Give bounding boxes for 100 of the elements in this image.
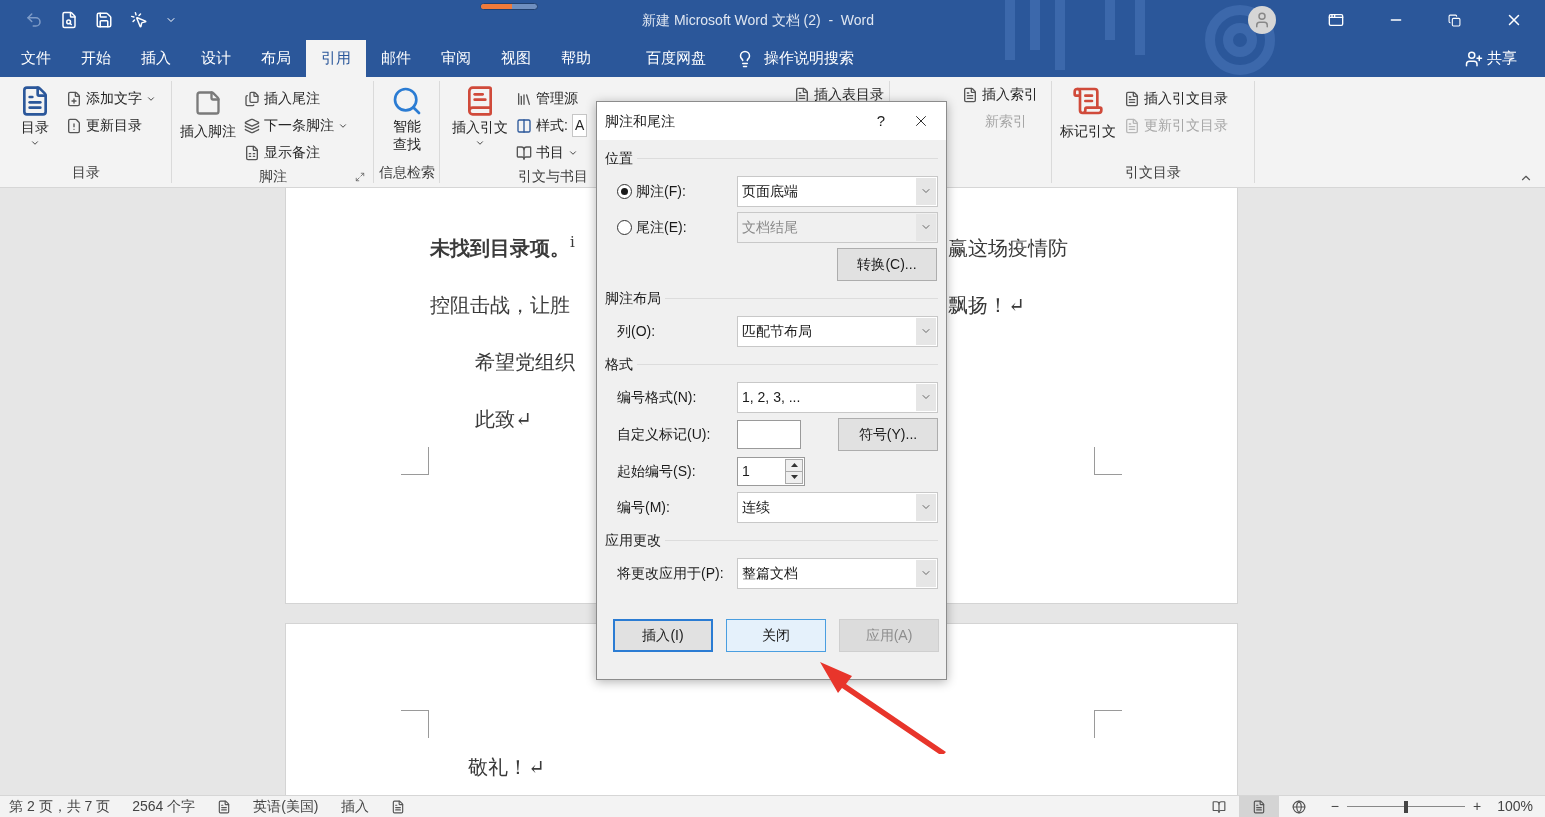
ribbon-item-icon [516, 144, 532, 161]
group-label: 目录 [71, 163, 100, 182]
ribbon-item-icon [244, 90, 260, 107]
status-icon[interactable] [217, 799, 232, 814]
spin-up-icon[interactable] [790, 463, 798, 467]
ribbon-item[interactable]: 下一条脚注 [240, 112, 352, 139]
status-text[interactable]: 英语(美国) [253, 796, 319, 817]
zoom-slider[interactable] [1347, 800, 1465, 813]
toc-button[interactable]: 目录 [8, 85, 62, 162]
ribbon-item[interactable]: 管理源 [512, 85, 592, 112]
account-avatar[interactable] [1248, 6, 1276, 34]
zoom-in-button[interactable]: + [1473, 796, 1482, 817]
radio-label: 尾注(E): [636, 217, 687, 237]
dropdown-field[interactable]: 连续 [737, 491, 938, 523]
status-text[interactable]: 插入 [340, 796, 369, 817]
status-text[interactable]: 第 2 页，共 7 页 [9, 796, 111, 817]
document-text: 未找到目录项。$^{i}$ [430, 232, 575, 262]
print-preview-icon[interactable] [60, 11, 78, 29]
dialog-launcher-icon[interactable] [355, 171, 365, 182]
view-button[interactable] [1238, 796, 1279, 817]
zoom-level[interactable]: 100% [1497, 796, 1533, 817]
document-text: 此致↵ [475, 405, 532, 433]
status-icon[interactable] [390, 799, 405, 814]
ribbon-tab[interactable]: 帮助 [546, 40, 606, 77]
footnote-icon [194, 89, 222, 117]
view-icon [1251, 799, 1266, 814]
document-text: 敬礼！↵ [468, 753, 545, 781]
section-heading: 应用更改 [605, 530, 661, 550]
zoom-slider-thumb[interactable] [1404, 800, 1408, 813]
dialog-title: 脚注和尾注 [605, 111, 676, 131]
restore-icon[interactable] [1448, 13, 1461, 27]
ribbon-tab[interactable]: 开始 [66, 40, 126, 77]
tell-me-search[interactable]: 操作说明搜索 [736, 40, 854, 77]
ribbon-tab[interactable]: 引用 [306, 40, 366, 77]
style-field[interactable]: A [571, 114, 588, 137]
ribbon-tab[interactable]: 视图 [486, 40, 546, 77]
ribbon-item[interactable]: 添加文字 [62, 85, 160, 112]
ribbon-tab[interactable]: 百度网盘 [636, 40, 716, 77]
ribbon-tab[interactable]: 文件 [6, 40, 66, 77]
share-icon [1465, 49, 1483, 68]
zoom-out-button[interactable]: − [1330, 796, 1339, 817]
share-button[interactable]: 共享 [1465, 40, 1517, 77]
section-heading: 位置 [605, 148, 633, 168]
ribbon-item-icon [516, 90, 532, 107]
dialog-button[interactable]: 转换(C)... [837, 247, 937, 281]
group-label: 脚注 [258, 167, 287, 186]
field-label: 自定义标记(U): [617, 424, 712, 444]
number-spinner[interactable]: 1 [737, 456, 805, 486]
style-icon [516, 117, 532, 134]
ribbon-item-icon [962, 86, 978, 103]
margin-mark [1094, 447, 1122, 475]
radio-label: 脚注(F): [636, 181, 686, 201]
ribbon-display-icon[interactable] [1328, 12, 1344, 28]
ribbon-item[interactable]: 插入表目录 [790, 81, 889, 108]
ribbon-tab[interactable]: 布局 [246, 40, 306, 77]
save-icon[interactable] [95, 11, 113, 29]
ribbon-item[interactable]: 书目 [512, 139, 592, 166]
group-label: 引文目录 [1125, 163, 1181, 182]
mark-citation-button[interactable]: 标记引文 [1060, 85, 1116, 162]
dropdown-field[interactable]: 页面底端 [737, 175, 938, 207]
custom-mark-field[interactable] [737, 419, 801, 449]
ribbon-tab[interactable]: 邮件 [366, 40, 426, 77]
dropdown-field[interactable]: 1, 2, 3, ... [737, 381, 938, 413]
dialog-button[interactable]: 插入(I) [613, 619, 713, 652]
group-label: 信息检索 [378, 163, 435, 182]
ribbon-item[interactable]: 插入引文目录 [1120, 85, 1232, 112]
ribbon-tab[interactable]: 设计 [186, 40, 246, 77]
insert-citation-button[interactable]: 插入引文 [452, 85, 508, 166]
smart-lookup-button[interactable]: 智能 查找 [374, 81, 439, 162]
style-label: 样式: [536, 116, 568, 135]
caret-icon [475, 138, 485, 148]
ribbon-tab[interactable]: 插入 [126, 40, 186, 77]
touch-mode-icon[interactable] [130, 11, 148, 29]
undo-icon[interactable] [25, 11, 43, 29]
insert-footnote-button[interactable]: 插入脚注 [180, 85, 236, 166]
document-text: 飘扬！↵ [948, 291, 1025, 319]
ribbon-item-icon [1124, 117, 1140, 134]
ribbon-item[interactable]: 插入索引 [958, 81, 1051, 108]
radio-button[interactable] [617, 183, 632, 199]
section-heading: 脚注布局 [605, 288, 661, 308]
view-icon [1211, 799, 1226, 814]
user-icon [1253, 11, 1271, 29]
field-label: 列(O): [617, 321, 657, 341]
ribbon-item-icon [66, 117, 82, 134]
window-title: 新建 Microsoft Word 文档 (2) - Word [642, 10, 875, 30]
document-text: 控阻击战，让胜 [430, 291, 570, 319]
document-text: 希望党组织 [475, 348, 575, 376]
dialog-button[interactable]: 符号(Y)... [838, 417, 938, 451]
dropdown-field[interactable]: 匹配节布局 [737, 315, 938, 347]
ribbon-item[interactable]: 更新目录 [62, 112, 160, 139]
ribbon-item[interactable]: 插入尾注 [240, 85, 352, 112]
spin-down-icon[interactable] [790, 475, 798, 479]
field-label: 编号(M): [617, 497, 671, 517]
ribbon-item[interactable]: 显示备注 [240, 139, 352, 166]
dialog-button[interactable]: 关闭 [726, 619, 826, 652]
field-label: 编号格式(N): [617, 387, 698, 407]
status-text[interactable]: 2564 个字 [132, 796, 196, 817]
dropdown-field[interactable]: 整篇文档 [737, 557, 938, 589]
ribbon-tab[interactable]: 审阅 [426, 40, 486, 77]
help-button[interactable]: ? [866, 109, 896, 133]
